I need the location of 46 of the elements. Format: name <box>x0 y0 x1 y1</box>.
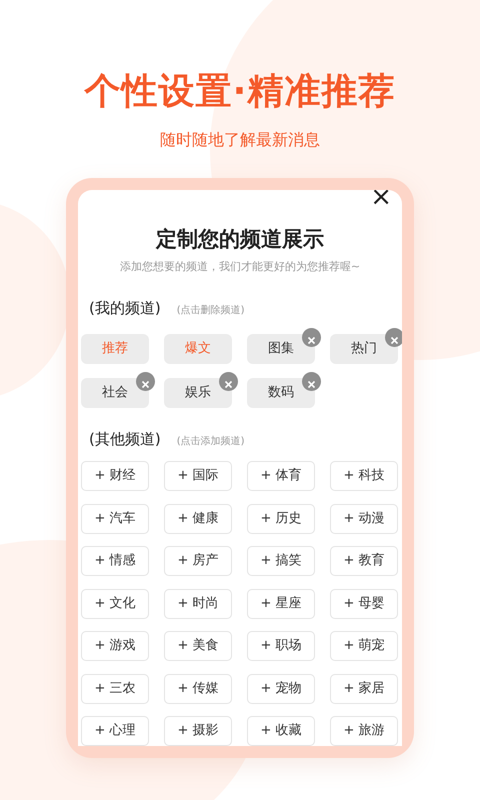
remove-icon[interactable] <box>385 328 402 346</box>
add-channel-button[interactable]: + 收藏 <box>247 716 315 746</box>
add-channel-button[interactable]: + 体育 <box>247 461 315 491</box>
add-channel-button[interactable]: + 国际 <box>164 461 232 491</box>
add-channel-button[interactable]: + 情感 <box>81 546 149 576</box>
add-channel-button[interactable]: + 心理 <box>81 716 149 746</box>
add-channel-button[interactable]: + 三农 <box>81 674 149 704</box>
add-channel-button[interactable]: + 职场 <box>247 631 315 661</box>
add-channel-button[interactable]: + 健康 <box>164 504 232 534</box>
add-channel-button[interactable]: + 旅游 <box>330 716 398 746</box>
add-channel-button[interactable]: + 摄影 <box>164 716 232 746</box>
add-channel-button[interactable]: + 房产 <box>164 546 232 576</box>
add-channel-button[interactable]: + 游戏 <box>81 631 149 661</box>
add-channel-button[interactable]: + 星座 <box>247 588 315 618</box>
add-channel-button[interactable]: + 宠物 <box>247 674 315 704</box>
remove-icon[interactable] <box>302 372 321 390</box>
subheadline: 随时随地了解最新消息 <box>159 129 321 151</box>
section-hint: (点击添加频道) <box>176 434 245 448</box>
channel-tag[interactable]: 图集 <box>247 334 315 364</box>
add-channel-button[interactable]: + 财经 <box>81 461 149 491</box>
headline: 个性设置·精准推荐 <box>83 70 396 114</box>
add-channel-button[interactable]: + 科技 <box>330 461 398 491</box>
add-channel-button[interactable]: + 动漫 <box>330 504 398 534</box>
remove-icon[interactable] <box>136 372 155 390</box>
add-channel-button[interactable]: + 萌宠 <box>330 631 398 661</box>
add-channel-button[interactable]: + 搞笑 <box>247 546 315 576</box>
remove-icon[interactable] <box>219 372 238 390</box>
channel-tag[interactable]: 娱乐 <box>164 378 232 408</box>
add-channel-button[interactable]: + 汽车 <box>81 504 149 534</box>
add-channel-button[interactable]: + 教育 <box>330 546 398 576</box>
remove-icon[interactable] <box>302 328 321 346</box>
add-channel-button[interactable]: + 时尚 <box>164 588 232 618</box>
add-channel-button[interactable]: + 家居 <box>330 674 398 704</box>
channel-tag[interactable]: 热门 <box>330 334 398 364</box>
section-hint: (点击删除频道) <box>176 304 245 318</box>
add-channel-button[interactable]: + 母婴 <box>330 588 398 618</box>
add-channel-button[interactable]: + 美食 <box>164 631 232 661</box>
add-channel-button[interactable]: + 传媒 <box>164 674 232 704</box>
section-label: (其他频道) <box>89 428 161 450</box>
dialog-subtitle: 添加您想要的频道，我们才能更好的为您推荐喔~ <box>118 258 362 274</box>
channel-tag[interactable]: 数码 <box>247 378 315 408</box>
dialog-title: 定制您的频道展示 <box>154 226 325 253</box>
channel-tag[interactable]: 社会 <box>81 378 149 408</box>
section-label: (我的频道) <box>89 298 161 319</box>
add-channel-button[interactable]: + 文化 <box>81 588 149 618</box>
add-channel-button[interactable]: + 历史 <box>247 504 315 534</box>
